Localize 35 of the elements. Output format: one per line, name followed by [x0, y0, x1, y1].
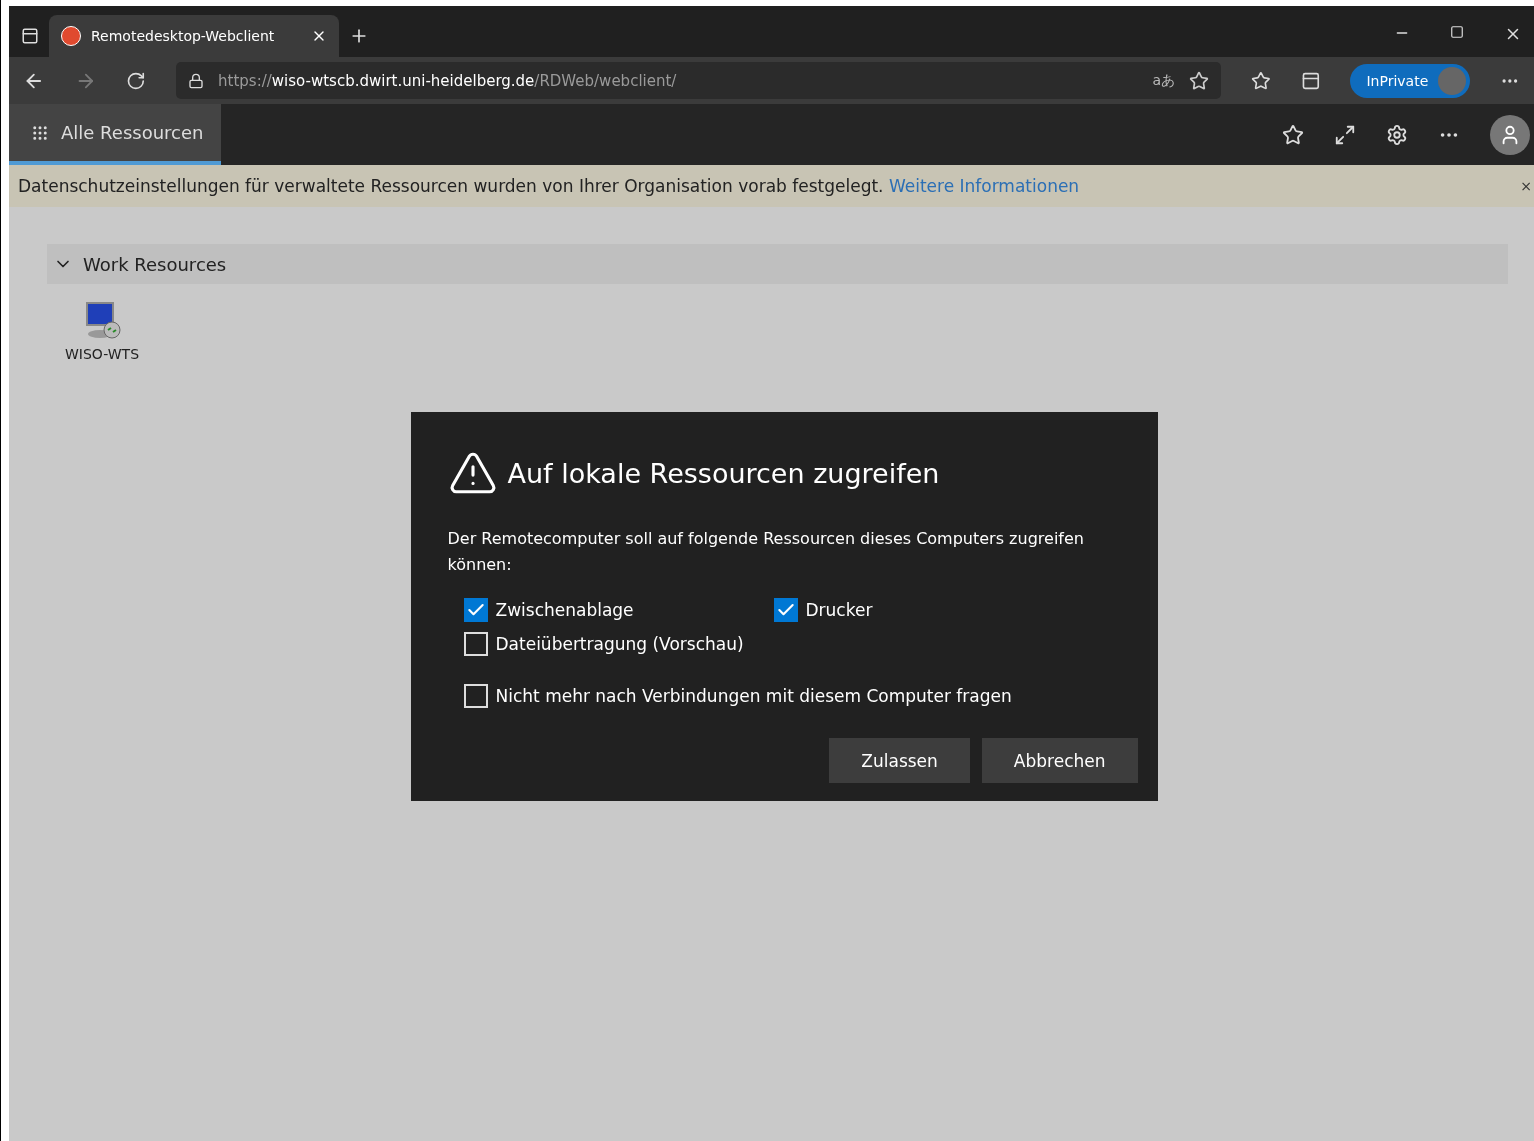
translate-icon[interactable]: aあ: [1152, 71, 1176, 90]
user-avatar[interactable]: [1490, 114, 1530, 155]
dialog-button[interactable]: Zulassen: [829, 738, 970, 783]
maximize-icon[interactable]: [1450, 25, 1464, 39]
apps-grid-icon: [31, 123, 49, 142]
checkbox-option[interactable]: Zwischenablage: [463, 598, 774, 622]
browser-tab[interactable]: Remotedesktop-Webclient: [49, 15, 339, 57]
tab-title: Remotedesktop-Webclient: [91, 28, 276, 44]
nav-tab[interactable]: Alle Ressourcen: [9, 104, 222, 165]
dialog-button[interactable]: Abbrechen: [981, 738, 1138, 783]
dialog-title: Auf lokale Ressourcen zugreifen: [507, 457, 940, 489]
resource-tile[interactable]: WISO-WTS: [65, 300, 140, 362]
group-header[interactable]: Work Resources: [47, 244, 1508, 284]
checkbox[interactable]: [463, 632, 488, 656]
refresh-icon[interactable]: [126, 70, 147, 91]
lock-icon: [188, 72, 205, 89]
checkbox-option[interactable]: Nicht mehr nach Verbindungen mit diesem Computer fragen: [463, 684, 1012, 708]
add-favorite-icon[interactable]: [1189, 70, 1210, 91]
inprivate-button[interactable]: InPrivate: [1350, 63, 1471, 98]
profile-avatar: [1438, 66, 1467, 95]
fullscreen-icon[interactable]: [1334, 123, 1356, 146]
close-button[interactable]: ×: [1520, 178, 1534, 194]
checkbox-option[interactable]: Dateiübertragung (Vorschau): [463, 632, 774, 656]
checkbox[interactable]: [463, 684, 488, 708]
info-message: Datenschutzeinstellungen für verwaltete Ressourcen wurden von Ihrer Organisation vorab festgelegt. Weitere Informationen: [18, 176, 1081, 196]
settings-icon[interactable]: [1386, 123, 1408, 146]
group-title: Work Resources: [83, 253, 227, 275]
resource-label: WISO-WTS: [65, 346, 140, 362]
checkbox[interactable]: [463, 598, 488, 622]
checkbox[interactable]: [773, 598, 798, 622]
dialog-message: Der Remotecomputer soll auf folgende Ressourcen dieses Computers zugreifen können:: [447, 528, 1085, 576]
favorites-icon[interactable]: [1251, 70, 1271, 91]
checkbox-option[interactable]: Drucker: [773, 598, 1138, 622]
address-field[interactable]: https://wiso-wtscb.dwirt.uni-heidelberg.de/RDWeb/webclient/ aあ: [176, 62, 1222, 99]
url-text: https://wiso-wtscb.dwirt.uni-heidelberg.de/RDWeb/webclient/: [218, 71, 678, 90]
